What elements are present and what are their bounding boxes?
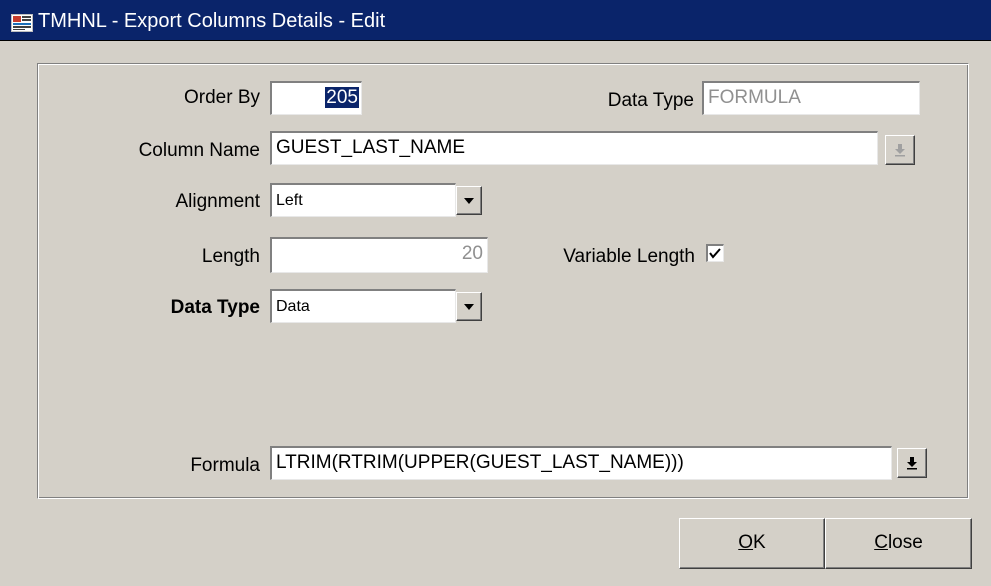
- alignment-label: Alignment: [175, 191, 261, 212]
- data-type-dropdown-button[interactable]: [456, 292, 482, 321]
- alignment-value: Left: [276, 192, 303, 209]
- window-title: TMHNL - Export Columns Details - Edit: [38, 10, 386, 32]
- alignment-select[interactable]: Left: [270, 183, 456, 217]
- order-by-field[interactable]: 205: [270, 81, 362, 115]
- oracle-form-icon: [11, 14, 33, 32]
- length-label: Length: [201, 246, 260, 267]
- close-button[interactable]: Close: [825, 518, 972, 569]
- download-arrow-icon: [907, 457, 917, 470]
- length-field: 20: [270, 237, 488, 273]
- chevron-down-icon: [464, 197, 474, 204]
- details-panel: [37, 63, 969, 499]
- variable-length-checkbox[interactable]: [706, 244, 724, 262]
- data-type-readonly-field: FORMULA: [702, 81, 920, 115]
- ok-button[interactable]: OK: [679, 518, 825, 569]
- checkmark-icon: [709, 248, 721, 259]
- data-type-label: Data Type: [170, 297, 260, 318]
- data-type-select[interactable]: Data: [270, 289, 456, 323]
- column-name-label: Column Name: [138, 140, 260, 161]
- formula-label: Formula: [190, 455, 260, 476]
- order-by-value: 205: [325, 87, 359, 108]
- formula-lov-button[interactable]: [897, 448, 927, 478]
- column-name-lov-button[interactable]: [885, 135, 915, 165]
- ok-label-rest: K: [753, 532, 766, 553]
- variable-length-label: Variable Length: [563, 246, 695, 267]
- data-type-value: Data: [276, 298, 310, 315]
- title-bar: TMHNL - Export Columns Details - Edit: [0, 0, 991, 41]
- data-type-readonly-label: Data Type: [607, 90, 694, 111]
- column-name-field[interactable]: GUEST_LAST_NAME: [270, 131, 878, 165]
- close-label-rest: lose: [887, 532, 923, 553]
- formula-field[interactable]: LTRIM(RTRIM(UPPER(GUEST_LAST_NAME))): [270, 446, 892, 480]
- chevron-down-icon: [464, 303, 474, 310]
- alignment-dropdown-button[interactable]: [456, 186, 482, 215]
- order-by-label: Order By: [183, 87, 260, 108]
- ok-mnemonic: O: [738, 532, 754, 553]
- close-mnemonic: C: [874, 532, 888, 553]
- download-arrow-icon: [895, 144, 905, 157]
